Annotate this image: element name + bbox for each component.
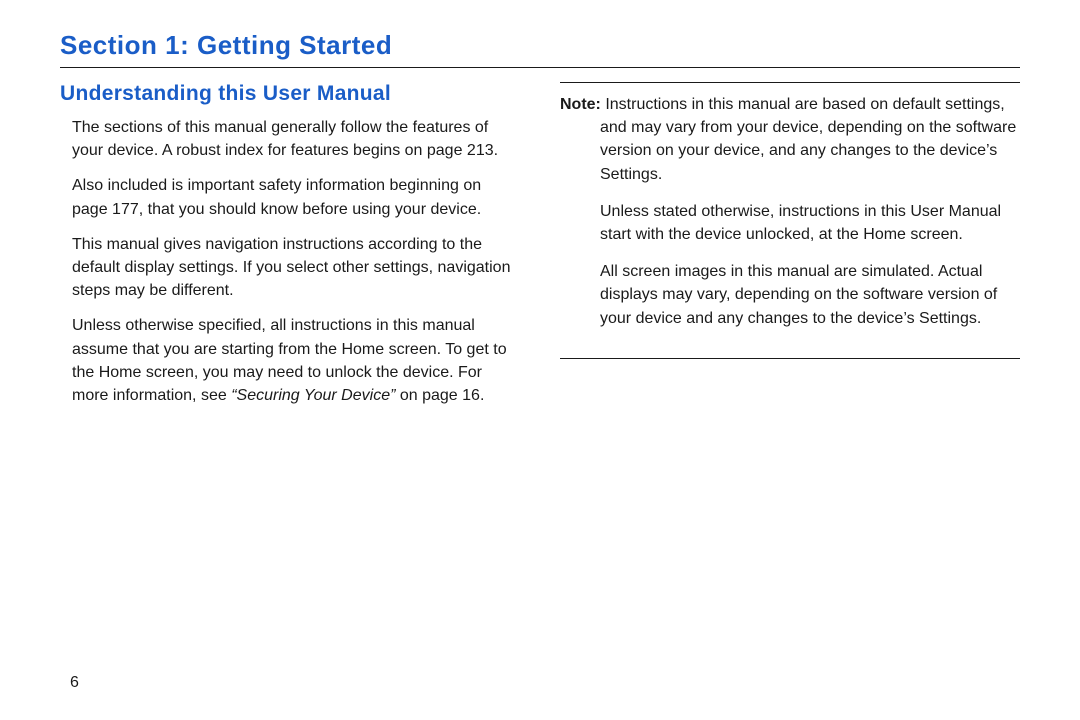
- note-paragraph: Unless stated otherwise, instructions in…: [560, 200, 1020, 246]
- title-divider: [60, 67, 1020, 68]
- section-title: Section 1: Getting Started: [60, 30, 1020, 61]
- body-paragraph: The sections of this manual generally fo…: [60, 116, 520, 162]
- body-paragraph: This manual gives navigation instruction…: [60, 233, 520, 303]
- note-block: Note: Instructions in this manual are ba…: [560, 82, 1020, 359]
- two-column-layout: Understanding this User Manual The secti…: [60, 82, 1020, 419]
- text-run: Instructions in this manual are based on…: [600, 96, 1016, 183]
- page-number: 6: [70, 674, 79, 692]
- body-paragraph: Unless otherwise specified, all instruct…: [60, 314, 520, 407]
- left-column: Understanding this User Manual The secti…: [60, 82, 520, 419]
- subheading: Understanding this User Manual: [60, 82, 520, 106]
- note-paragraph: Note: Instructions in this manual are ba…: [560, 93, 1020, 186]
- text-run: on page 16.: [395, 387, 484, 404]
- manual-page: Section 1: Getting Started Understanding…: [0, 0, 1080, 449]
- note-label: Note:: [560, 96, 601, 113]
- cross-reference: “Securing Your Device”: [231, 387, 395, 404]
- right-column: Note: Instructions in this manual are ba…: [560, 82, 1020, 419]
- body-paragraph: Also included is important safety inform…: [60, 174, 520, 220]
- note-paragraph: All screen images in this manual are sim…: [560, 260, 1020, 330]
